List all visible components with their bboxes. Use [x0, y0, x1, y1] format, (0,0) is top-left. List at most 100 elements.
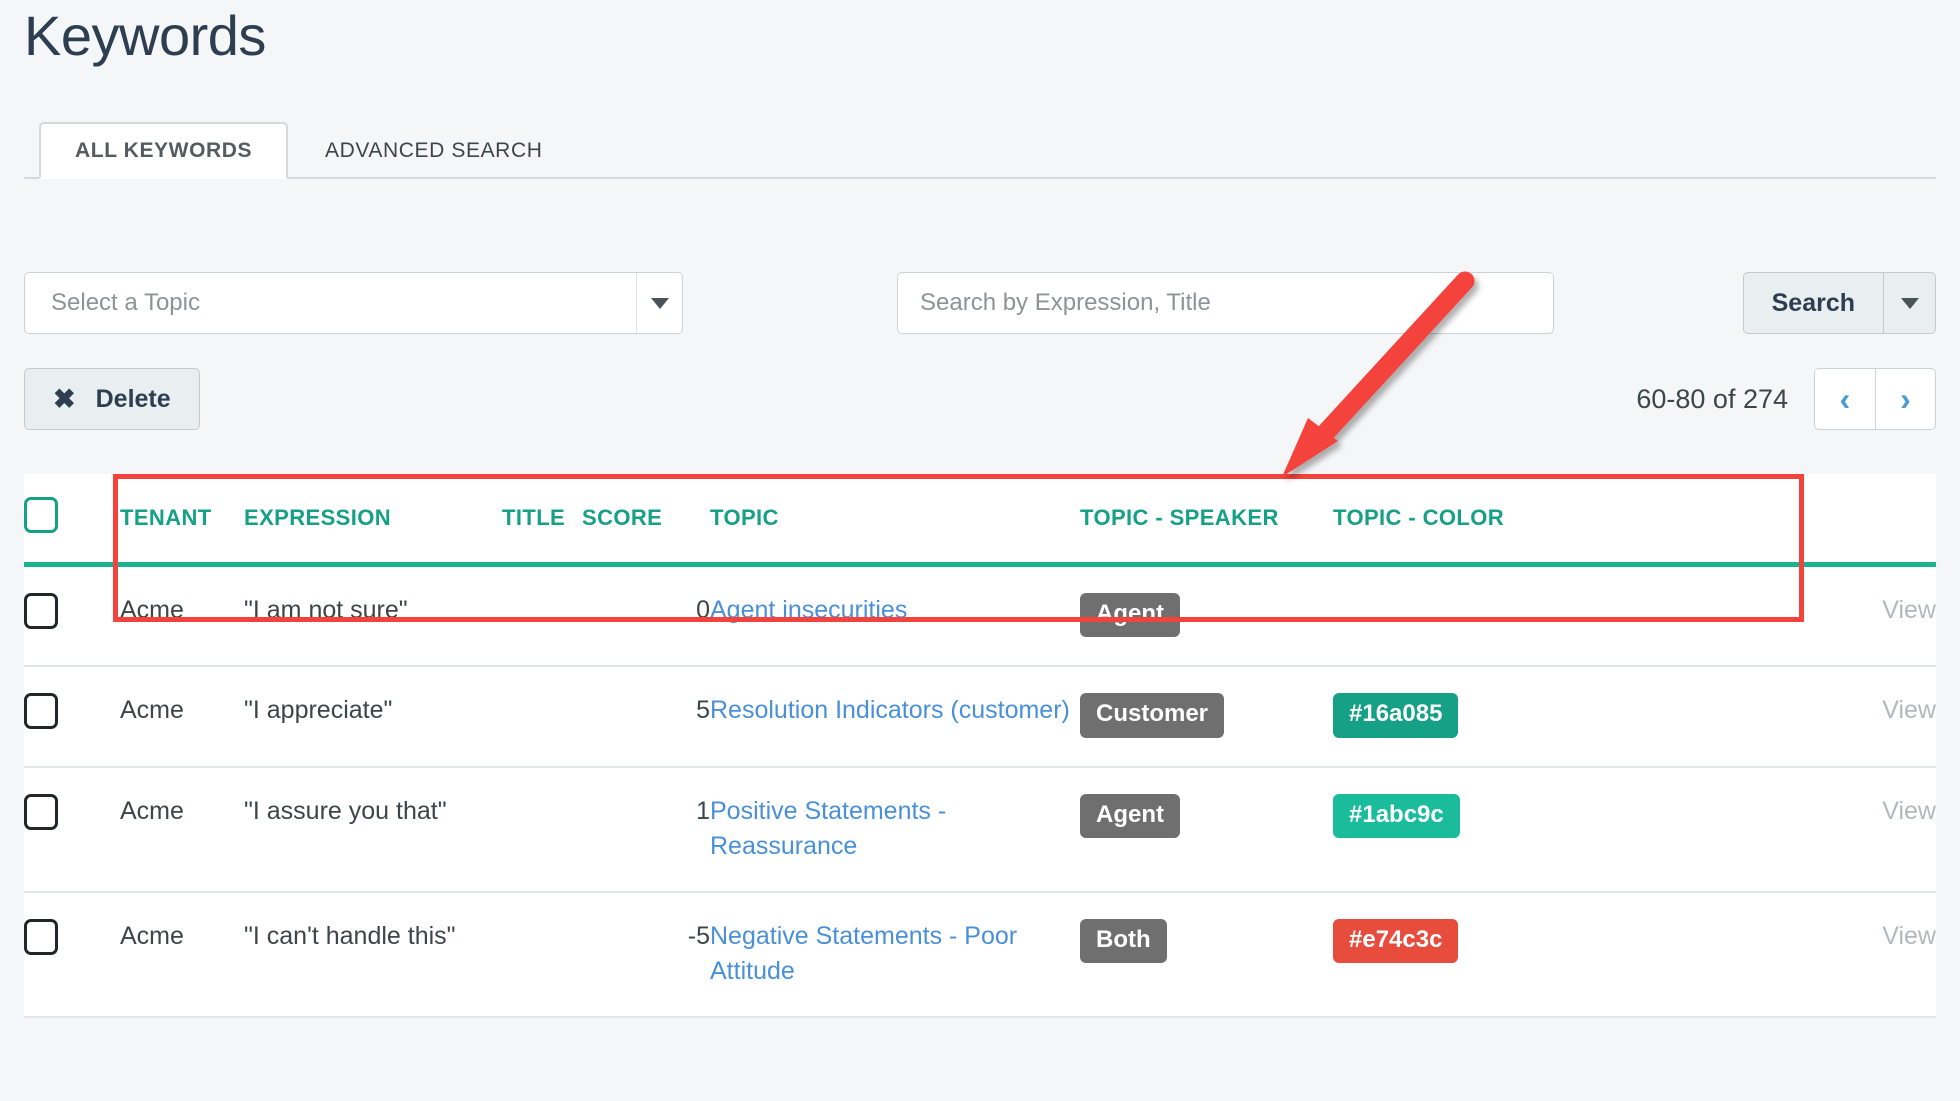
cell-expression: "I assure you that"	[244, 766, 502, 893]
header-title[interactable]: TITLE	[502, 474, 582, 567]
tab-bar: ALL KEYWORDS ADVANCED SEARCH	[24, 122, 1936, 179]
search-button-label: Search	[1771, 288, 1855, 317]
pagination: 60-80 of 274 ‹ ›	[1636, 368, 1936, 430]
pagination-prev-button[interactable]: ‹	[1814, 368, 1875, 430]
page-title: Keywords	[24, 4, 266, 67]
cell-expression: "I can't handle this"	[244, 891, 502, 1018]
chevron-right-icon: ›	[1900, 381, 1911, 417]
tab-all-keywords[interactable]: ALL KEYWORDS	[39, 122, 289, 179]
color-badge: #1abc9c	[1333, 793, 1460, 839]
cell-topic-speaker: Customer	[1080, 666, 1333, 768]
topic-select[interactable]: Select a Topic	[24, 272, 683, 334]
cell-topic-color: #1abc9c	[1333, 766, 1583, 893]
topic-select-placeholder: Select a Topic	[51, 289, 200, 316]
row-select-cell[interactable]	[24, 666, 120, 768]
cell-title	[502, 891, 582, 1018]
cell-actions[interactable]: View	[1583, 766, 1936, 893]
cell-tenant: Acme	[120, 891, 244, 1018]
row-checkbox[interactable]	[24, 693, 58, 729]
table-row[interactable]: Acme "I am not sure" 0 Agent insecuritie…	[24, 564, 1936, 667]
pagination-buttons: ‹ ›	[1814, 368, 1936, 430]
pagination-range: 60-80 of 274	[1636, 383, 1788, 414]
chevron-left-icon: ‹	[1839, 381, 1851, 417]
topic-link[interactable]: Agent insecurities	[710, 596, 907, 624]
cell-actions[interactable]: View	[1583, 666, 1936, 768]
header-select-all[interactable]	[24, 474, 120, 567]
header-topic[interactable]: TOPIC	[710, 474, 1080, 567]
header-score[interactable]: SCORE	[582, 474, 710, 567]
search-input[interactable]	[897, 272, 1554, 334]
cell-topic-speaker: Agent	[1080, 766, 1333, 893]
search-button[interactable]: Search	[1742, 272, 1884, 334]
cell-title	[502, 766, 582, 893]
view-link[interactable]: View	[1882, 922, 1936, 950]
view-link[interactable]: View	[1882, 797, 1936, 825]
delete-button-label: Delete	[95, 384, 171, 413]
topic-link[interactable]: Negative Statements - Poor Attitude	[710, 922, 1017, 986]
cell-topic-color	[1333, 564, 1583, 667]
cell-topic-speaker: Both	[1080, 891, 1333, 1018]
speaker-badge: Agent	[1080, 592, 1180, 638]
header-topic-speaker[interactable]: TOPIC - SPEAKER	[1080, 474, 1333, 567]
cell-expression: "I appreciate"	[244, 666, 502, 768]
cell-score: -5	[582, 891, 710, 1018]
speaker-badge: Both	[1080, 918, 1167, 964]
table-row[interactable]: Acme "I assure you that" 1 Positive Stat…	[24, 766, 1936, 893]
pagination-next-button[interactable]: ›	[1875, 368, 1936, 430]
table-row[interactable]: Acme "I can't handle this" -5 Negative S…	[24, 891, 1936, 1018]
select-all-checkbox[interactable]	[24, 496, 58, 533]
table-header-row: TENANT EXPRESSION TITLE SCORE TOPIC TOPI…	[24, 474, 1936, 567]
cell-topic-speaker: Agent	[1080, 564, 1333, 667]
topic-select-caret[interactable]	[636, 273, 682, 333]
cell-tenant: Acme	[120, 564, 244, 667]
cell-actions[interactable]: View	[1583, 891, 1936, 1018]
table-row[interactable]: Acme "I appreciate" 5 Resolution Indicat…	[24, 666, 1936, 768]
cell-title	[502, 666, 582, 768]
header-expression[interactable]: EXPRESSION	[244, 474, 502, 567]
view-link[interactable]: View	[1882, 596, 1936, 624]
tab-all-keywords-label: ALL KEYWORDS	[75, 138, 253, 162]
topic-link[interactable]: Resolution Indicators (customer)	[710, 696, 1070, 724]
cell-topic[interactable]: Agent insecurities	[710, 564, 1080, 667]
search-dropdown-toggle[interactable]	[1884, 272, 1936, 334]
cell-topic[interactable]: Resolution Indicators (customer)	[710, 666, 1080, 768]
x-icon: ✖	[53, 383, 76, 414]
row-checkbox[interactable]	[24, 793, 58, 830]
chevron-down-icon	[650, 297, 669, 309]
color-badge: #16a085	[1333, 693, 1459, 738]
speaker-badge: Agent	[1080, 793, 1180, 839]
row-select-cell[interactable]	[24, 766, 120, 893]
row-checkbox[interactable]	[24, 918, 58, 955]
tab-advanced-search[interactable]: ADVANCED SEARCH	[289, 122, 578, 179]
cell-tenant: Acme	[120, 666, 244, 768]
action-row: ✖ Delete 60-80 of 274 ‹ ›	[24, 368, 1936, 430]
cell-topic-color: #e74c3c	[1333, 891, 1583, 1018]
table-body: Acme "I am not sure" 0 Agent insecuritie…	[24, 564, 1936, 1018]
filter-row: Select a Topic Search	[24, 272, 1936, 334]
cell-title	[502, 564, 582, 667]
keywords-table: TENANT EXPRESSION TITLE SCORE TOPIC TOPI…	[24, 474, 1936, 1018]
header-topic-color[interactable]: TOPIC - COLOR	[1333, 474, 1583, 567]
row-checkbox[interactable]	[24, 592, 58, 629]
cell-actions[interactable]: View	[1583, 564, 1936, 667]
tab-advanced-search-label: ADVANCED SEARCH	[325, 138, 543, 162]
cell-topic[interactable]: Negative Statements - Poor Attitude	[710, 891, 1080, 1018]
chevron-down-icon	[1900, 297, 1919, 309]
delete-button[interactable]: ✖ Delete	[24, 368, 200, 430]
speaker-badge: Customer	[1080, 693, 1225, 738]
cell-score: 1	[582, 766, 710, 893]
header-actions	[1583, 474, 1936, 567]
cell-score: 0	[582, 564, 710, 667]
view-link[interactable]: View	[1882, 696, 1936, 724]
cell-topic-color: #16a085	[1333, 666, 1583, 768]
topic-link[interactable]: Positive Statements - Reassurance	[710, 797, 946, 861]
cell-topic[interactable]: Positive Statements - Reassurance	[710, 766, 1080, 893]
row-select-cell[interactable]	[24, 564, 120, 667]
cell-score: 5	[582, 666, 710, 768]
search-button-group: Search	[1742, 272, 1936, 334]
cell-expression: "I am not sure"	[244, 564, 502, 667]
color-badge: #e74c3c	[1333, 918, 1459, 964]
header-tenant[interactable]: TENANT	[120, 474, 244, 567]
row-select-cell[interactable]	[24, 891, 120, 1018]
cell-tenant: Acme	[120, 766, 244, 893]
